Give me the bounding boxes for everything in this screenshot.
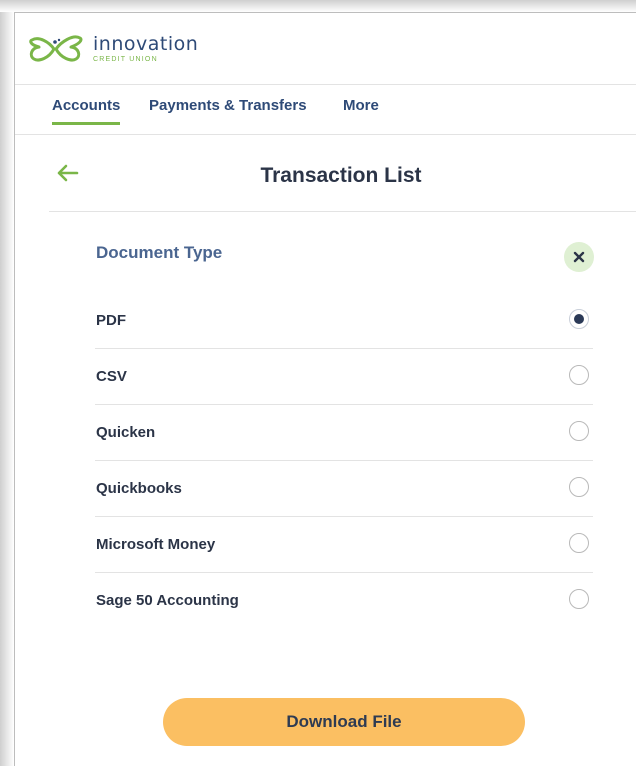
window-shadow-top <box>0 0 636 12</box>
window-shadow-left <box>0 0 14 766</box>
butterfly-logo-icon <box>27 32 85 66</box>
option-pdf[interactable]: PDF <box>95 293 593 349</box>
option-label: Microsoft Money <box>96 536 216 553</box>
brand-wordmark: innovation CREDIT UNION <box>93 34 198 64</box>
app-header: innovation CREDIT UNION <box>15 13 636 85</box>
main-nav: Accounts Payments & Transfers More <box>15 85 636 135</box>
option-sage-50-accounting[interactable]: Sage 50 Accounting <box>95 573 593 628</box>
download-file-button[interactable]: Download File <box>163 698 525 746</box>
page-header: Transaction List <box>49 135 636 212</box>
option-label: PDF <box>96 312 126 329</box>
option-label: Quickbooks <box>96 480 182 497</box>
page: innovation CREDIT UNION Accounts Payment… <box>0 0 636 766</box>
radio-button[interactable] <box>569 421 589 441</box>
app-window: innovation CREDIT UNION Accounts Payment… <box>14 12 636 766</box>
radio-button[interactable] <box>569 477 589 497</box>
option-label: Sage 50 Accounting <box>96 592 239 609</box>
option-quickbooks[interactable]: Quickbooks <box>95 461 593 517</box>
radio-button-checked[interactable] <box>569 309 589 329</box>
option-quicken[interactable]: Quicken <box>95 405 593 461</box>
option-csv[interactable]: CSV <box>95 349 593 405</box>
radio-button[interactable] <box>569 533 589 553</box>
brand-subtitle: CREDIT UNION <box>93 56 158 63</box>
radio-button[interactable] <box>569 365 589 385</box>
radio-button[interactable] <box>569 589 589 609</box>
page-title: Transaction List <box>260 164 422 187</box>
option-label: CSV <box>96 368 127 385</box>
brand-name: innovation <box>93 33 199 55</box>
nav-tab-accounts[interactable]: Accounts <box>52 97 121 125</box>
document-type-options: PDF CSV Quicken Quickbooks Microsoft Mon… <box>95 293 593 628</box>
close-button[interactable] <box>564 242 594 272</box>
option-label: Quicken <box>96 424 156 441</box>
nav-tab-payments-transfers[interactable]: Payments & Transfers <box>149 97 307 114</box>
brand-logo[interactable]: innovation CREDIT UNION <box>27 29 198 69</box>
document-type-title: Document Type <box>96 243 223 262</box>
nav-tab-more[interactable]: More <box>343 97 379 114</box>
option-microsoft-money[interactable]: Microsoft Money <box>95 517 593 573</box>
close-icon <box>573 251 585 263</box>
